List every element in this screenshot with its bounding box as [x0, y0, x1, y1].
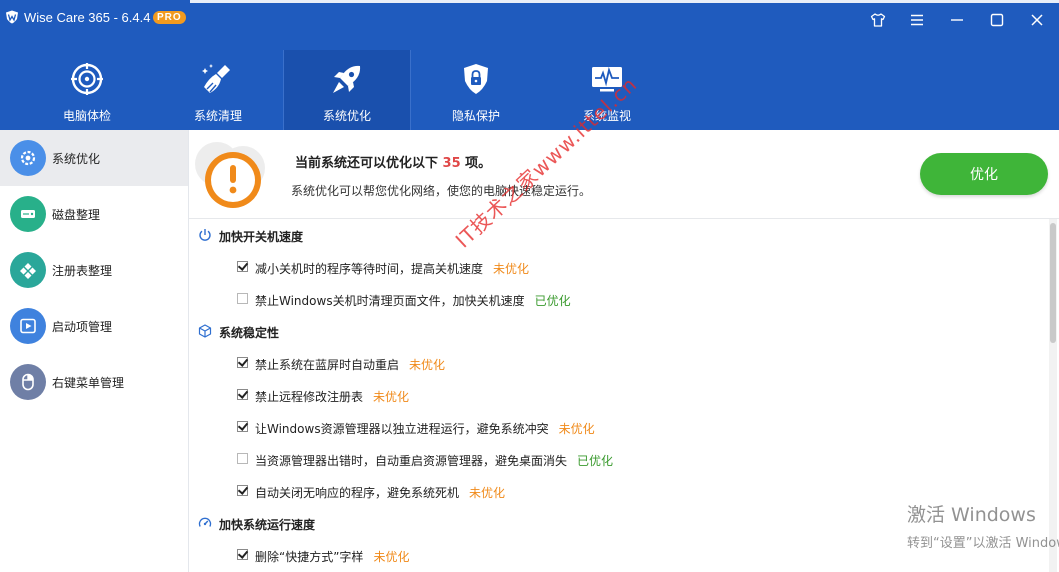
- sidebar-item-disk-defrag[interactable]: 磁盘整理: [0, 186, 188, 242]
- app-logo-icon: [6, 10, 18, 24]
- sidebar-item-system-optimize[interactable]: 系统优化: [0, 130, 188, 186]
- broom-icon: [202, 64, 230, 93]
- close-icon: [1031, 14, 1043, 26]
- status-badge: 未优化: [409, 358, 446, 372]
- menu-icon: [911, 14, 923, 26]
- item-checkbox[interactable]: [237, 389, 248, 400]
- tab-pc-checkup[interactable]: 电脑体检: [23, 50, 151, 130]
- monitor-pulse-icon: [592, 66, 622, 92]
- disk-icon: [21, 210, 35, 218]
- play-icon: [20, 318, 36, 334]
- tab-system-optimize[interactable]: 系统优化: [283, 50, 411, 130]
- item-checkbox[interactable]: [237, 485, 248, 496]
- header: Wise Care 365 - 6.4.4 PRO 电脑体检 系统清理 系统优化…: [0, 0, 1059, 130]
- item-checkbox[interactable]: [237, 549, 248, 560]
- status-badge: 未优化: [493, 262, 530, 276]
- sidebar-item-registry-clean[interactable]: 注册表整理: [0, 242, 188, 298]
- tab-pc-checkup-label: 电脑体检: [62, 109, 111, 123]
- list-item: 让Windows资源管理器以独立进程运行，避免系统冲突 未优化: [189, 411, 1047, 443]
- maximize-button[interactable]: [982, 8, 1012, 32]
- status-badge: 未优化: [469, 486, 506, 500]
- app-title: Wise Care 365 - 6.4.4: [24, 10, 151, 25]
- status-badge: 未优化: [373, 390, 410, 404]
- sidebar-item-label: 右键菜单管理: [52, 376, 125, 390]
- optimize-list: 加快开关机速度 减小关机时的程序等待时间，提高关机速度 未优化 禁止Windows…: [189, 219, 1047, 572]
- item-checkbox[interactable]: [237, 261, 248, 272]
- section-header: 加快系统运行速度: [189, 507, 1047, 539]
- item-checkbox[interactable]: [237, 453, 248, 464]
- sidebar-item-label: 注册表整理: [52, 264, 113, 278]
- optimize-count: 35: [442, 156, 461, 171]
- sidebar: 系统优化 磁盘整理 注册表整理 启动项管理 右键菜单管理: [0, 130, 189, 572]
- title-bar: Wise Care 365 - 6.4.4 PRO: [0, 0, 1059, 36]
- summary-title: 当前系统还可以优化以下 35 项。: [295, 156, 492, 171]
- item-checkbox[interactable]: [237, 357, 248, 368]
- minimize-icon: [951, 19, 963, 21]
- gear-icon: [20, 150, 36, 166]
- list-item: 减小关机时的程序等待时间，提高关机速度 未优化: [189, 251, 1047, 283]
- power-icon: [199, 229, 211, 241]
- sidebar-item-label: 系统优化: [52, 152, 101, 166]
- sidebar-item-startup-manager[interactable]: 启动项管理: [0, 298, 188, 354]
- pro-badge: PRO: [153, 11, 186, 24]
- tab-system-monitor-label: 系统监视: [582, 109, 631, 123]
- list-item: 当资源管理器出错时，自动重启资源管理器，避免桌面消失 已优化: [189, 443, 1047, 475]
- item-checkbox[interactable]: [237, 421, 248, 432]
- maximize-icon: [990, 13, 1004, 27]
- lock-shield-icon: [464, 64, 488, 94]
- list-scrollbar[interactable]: [1049, 219, 1057, 572]
- optimize-summary: 当前系统还可以优化以下 35 项。 系统优化可以帮您优化网络，使您的电脑快速稳定…: [189, 130, 1059, 219]
- main-nav: 电脑体检 系统清理 系统优化 隐私保护 系统监视: [0, 50, 1059, 130]
- list-item: 删除“快捷方式”字样 未优化: [189, 539, 1047, 571]
- main-panel: 当前系统还可以优化以下 35 项。 系统优化可以帮您优化网络，使您的电脑快速稳定…: [189, 130, 1059, 572]
- status-badge: 已优化: [534, 294, 571, 308]
- list-item: 禁止远程修改注册表 未优化: [189, 379, 1047, 411]
- sidebar-item-context-menu[interactable]: 右键菜单管理: [0, 354, 188, 410]
- summary-subtitle: 系统优化可以帮您优化网络，使您的电脑快速稳定运行。: [291, 184, 592, 198]
- target-icon: [71, 63, 103, 95]
- registry-icon: [20, 263, 36, 279]
- list-item: 禁止Windows关机时清理页面文件，加快关机速度 已优化: [189, 283, 1047, 315]
- sidebar-item-label: 磁盘整理: [52, 208, 101, 222]
- tab-system-monitor[interactable]: 系统监视: [543, 50, 671, 130]
- menu-button[interactable]: [902, 8, 932, 32]
- scroll-thumb[interactable]: [1050, 223, 1056, 343]
- warning-icon: [195, 142, 265, 208]
- optimize-button[interactable]: 优化: [920, 153, 1048, 195]
- app-window: Wise Care 365 - 6.4.4 PRO 电脑体检 系统清理 系统优化…: [0, 0, 1059, 572]
- mouse-icon: [22, 373, 34, 391]
- status-badge: 未优化: [373, 550, 410, 564]
- skin-button[interactable]: [863, 8, 893, 32]
- status-badge: 已优化: [577, 454, 614, 468]
- cube-icon: [198, 324, 212, 338]
- rocket-icon: [333, 65, 361, 93]
- tab-system-clean-label: 系统清理: [193, 109, 242, 123]
- list-item: 禁止系统在蓝屏时自动重启 未优化: [189, 347, 1047, 379]
- tab-system-clean[interactable]: 系统清理: [154, 50, 282, 130]
- item-checkbox[interactable]: [237, 293, 248, 304]
- tab-privacy-protect[interactable]: 隐私保护: [412, 50, 540, 130]
- section-header: 加快开关机速度: [189, 219, 1047, 251]
- list-item: 自动关闭无响应的程序，避免系统死机 未优化: [189, 475, 1047, 507]
- section-header: 系统稳定性: [189, 315, 1047, 347]
- tab-privacy-protect-label: 隐私保护: [451, 109, 500, 123]
- status-badge: 未优化: [558, 422, 595, 436]
- sidebar-item-label: 启动项管理: [52, 320, 113, 334]
- close-button[interactable]: [1022, 8, 1052, 32]
- tab-system-optimize-label: 系统优化: [322, 109, 371, 123]
- speed-icon: [198, 517, 212, 527]
- skin-icon: [870, 13, 886, 27]
- minimize-button[interactable]: [942, 8, 972, 32]
